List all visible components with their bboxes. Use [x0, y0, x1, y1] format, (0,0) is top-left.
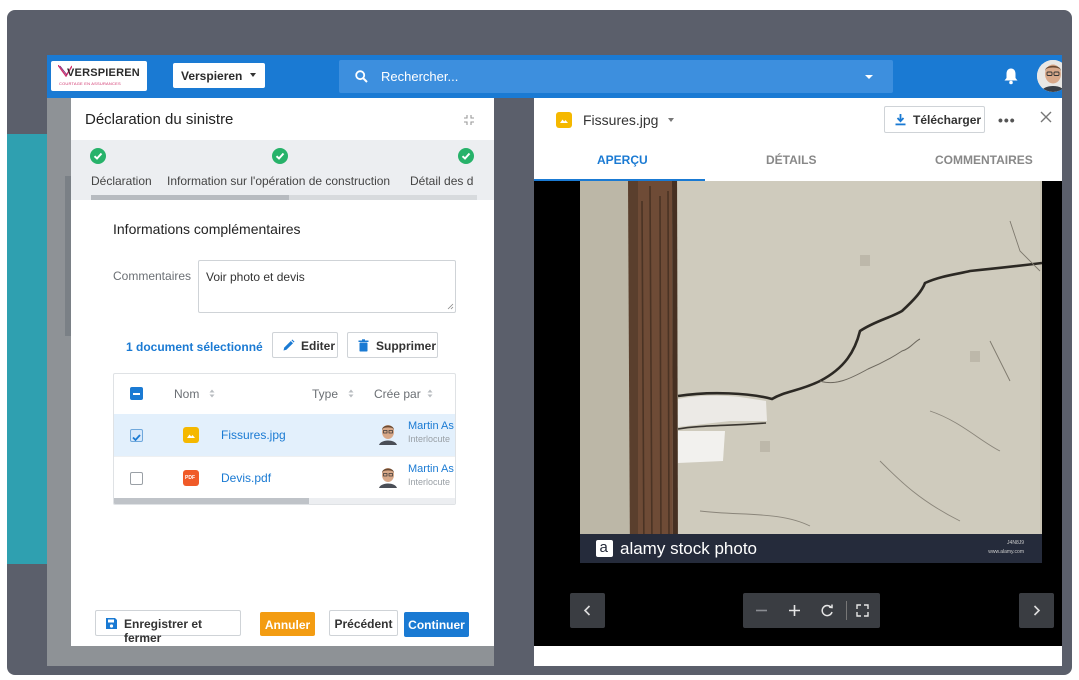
pencil-icon: [283, 339, 295, 351]
delete-button[interactable]: Supprimer: [347, 332, 438, 358]
search-input[interactable]: [381, 60, 851, 93]
bell-icon[interactable]: [1003, 67, 1019, 85]
user-avatar-image: [1037, 60, 1062, 92]
creator-role: Interlocute: [408, 477, 451, 487]
sort-icon[interactable]: [427, 389, 433, 398]
zoom-out-icon[interactable]: [753, 602, 770, 619]
tab-details[interactable]: DÉTAILS: [766, 153, 816, 167]
next-image-button[interactable]: [1019, 593, 1054, 628]
creator-role: Interlocute: [408, 434, 451, 444]
cancel-button[interactable]: Annuler: [260, 612, 315, 636]
step-done-check-icon: [90, 148, 106, 164]
zoom-toolbar: [743, 593, 880, 628]
table-row[interactable]: Fissures.jpg Martin As Interlocute: [114, 414, 455, 456]
file-title[interactable]: Fissures.jpg: [583, 112, 658, 128]
step-done-check-icon: [458, 148, 474, 164]
creator-name-link[interactable]: Martin As: [408, 463, 454, 475]
creator-name-link[interactable]: Martin As: [408, 420, 454, 432]
background-accent: [7, 134, 47, 564]
logo-subtitle: COURTAGE EN ASSURANCES: [59, 81, 121, 86]
creator-avatar: [379, 468, 397, 488]
toolbar-separator: [846, 601, 847, 620]
chevron-left-icon: [583, 605, 591, 616]
close-icon[interactable]: [1039, 110, 1053, 124]
selected-count: 1 document sélectionné: [126, 340, 263, 354]
tab-comments[interactable]: COMMENTAIRES: [935, 153, 1033, 167]
sort-icon[interactable]: [348, 389, 354, 398]
row-checkbox[interactable]: [130, 429, 143, 442]
comments-field[interactable]: Voir photo et devis: [198, 260, 456, 313]
zoom-in-icon[interactable]: [786, 602, 803, 619]
image-file-icon: [183, 427, 199, 443]
logo[interactable]: VERSPIEREN COURTAGE EN ASSURANCES: [51, 61, 147, 91]
save-icon: [106, 618, 117, 629]
cracked-wall-photo: [580, 181, 1042, 563]
save-and-close-button[interactable]: Enregistrer et fermer: [95, 610, 241, 645]
creator-avatar: [379, 425, 397, 445]
edit-button[interactable]: Editer: [272, 332, 338, 358]
select-all-checkbox[interactable]: [130, 387, 143, 400]
download-label: Télécharger: [913, 113, 982, 127]
preview-image: [580, 181, 1042, 563]
tab-preview[interactable]: APERÇU: [597, 153, 648, 167]
edit-label: Editer: [301, 339, 336, 353]
panel-divider: [494, 98, 534, 666]
sort-icon[interactable]: [209, 389, 215, 398]
image-viewer: a alamy stock photo J4N8J9 www.alamy.com: [534, 181, 1062, 646]
column-header-name[interactable]: Nom: [174, 387, 199, 401]
search-icon: [355, 70, 368, 83]
watermark-id: J4N8J9: [1007, 540, 1024, 546]
search-bar[interactable]: [339, 60, 893, 93]
watermark-bar: a alamy stock photo J4N8J9 www.alamy.com: [580, 534, 1042, 563]
file-preview-panel: Fissures.jpg Télécharger ••• APERÇU DÉTA…: [534, 98, 1062, 646]
pdf-file-icon: PDF: [183, 470, 199, 486]
file-name-link[interactable]: Devis.pdf: [221, 471, 271, 485]
logo-text: VERSPIEREN: [67, 67, 140, 79]
image-file-icon: [556, 112, 572, 128]
rotate-icon[interactable]: [819, 602, 836, 619]
search-dropdown-icon[interactable]: [865, 75, 873, 79]
file-name-link[interactable]: Fissures.jpg: [221, 428, 286, 442]
device-frame: VERSPIEREN COURTAGE EN ASSURANCES Verspi…: [7, 10, 1072, 675]
app-screen: VERSPIEREN COURTAGE EN ASSURANCES Verspi…: [47, 55, 1062, 666]
step-details[interactable]: Détail des d: [410, 174, 473, 188]
watermark-url: www.alamy.com: [988, 549, 1024, 555]
download-button[interactable]: Télécharger: [884, 106, 985, 133]
section-title: Informations complémentaires: [113, 221, 301, 237]
trash-icon: [358, 339, 369, 352]
alamy-logo-icon: a: [596, 539, 613, 557]
more-options-button[interactable]: •••: [998, 112, 1016, 128]
previous-image-button[interactable]: [570, 593, 605, 628]
row-checkbox[interactable]: [130, 472, 143, 485]
company-select-label: Verspieren: [181, 69, 243, 83]
resize-grip-icon[interactable]: [447, 303, 454, 310]
user-avatar[interactable]: [1037, 60, 1062, 92]
table-row[interactable]: PDF Devis.pdf Martin As Interlocute: [114, 456, 455, 498]
step-declaration[interactable]: Déclaration: [91, 174, 152, 188]
step-done-check-icon: [272, 148, 288, 164]
previous-button[interactable]: Précédent: [329, 610, 398, 636]
pdf-badge-text: PDF: [185, 475, 195, 481]
step-construction-info[interactable]: Information sur l'opération de construct…: [167, 174, 390, 188]
delete-label: Supprimer: [376, 339, 437, 353]
claim-declaration-panel: Déclaration du sinistre Déclaration Info…: [71, 98, 494, 646]
column-header-creator[interactable]: Crée par: [374, 387, 421, 401]
steps-scrollbar-thumb[interactable]: [91, 195, 289, 200]
top-bar: VERSPIEREN COURTAGE EN ASSURANCES Verspi…: [47, 55, 1062, 98]
comments-label: Commentaires: [113, 269, 192, 283]
company-select[interactable]: Verspieren: [173, 63, 265, 88]
save-label: Enregistrer et fermer: [124, 617, 203, 645]
file-menu-caret-icon[interactable]: [668, 118, 674, 122]
chevron-right-icon: [1033, 605, 1041, 616]
caret-down-icon: [250, 73, 256, 77]
column-header-type[interactable]: Type: [312, 387, 338, 401]
table-scrollbar-thumb[interactable]: [114, 498, 309, 504]
panel-title: Déclaration du sinistre: [85, 111, 234, 128]
collapse-icon[interactable]: [463, 114, 475, 126]
watermark-text: alamy stock photo: [620, 539, 758, 558]
download-icon: [895, 114, 906, 126]
continue-button[interactable]: Continuer: [404, 612, 469, 637]
documents-table: Nom Type Crée par Fissures.jpg Martin As…: [113, 373, 456, 505]
fullscreen-icon[interactable]: [854, 602, 871, 619]
